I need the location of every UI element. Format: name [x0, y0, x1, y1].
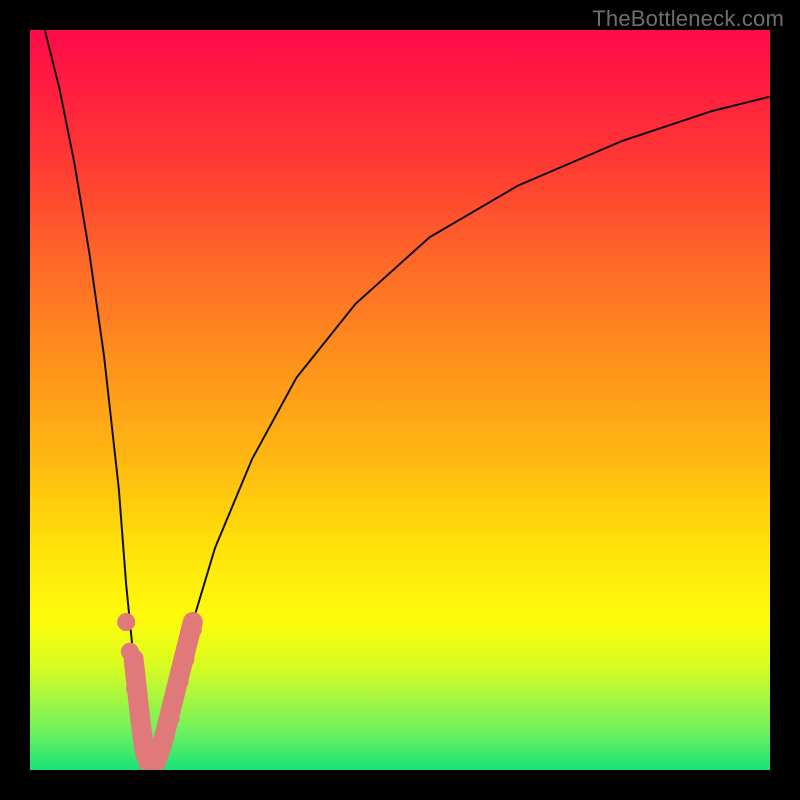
plot-area [30, 30, 770, 770]
marker-point [133, 728, 151, 746]
marker-point [148, 752, 166, 770]
marker-point [126, 680, 144, 698]
curve-right-branch [156, 97, 770, 763]
marker-group [117, 613, 202, 770]
marker-point [176, 650, 194, 668]
marker-point [170, 672, 188, 690]
chart-overlay [30, 30, 770, 770]
marker-point [131, 709, 149, 727]
watermark-label: TheBottleneck.com [592, 6, 784, 32]
chart-frame: TheBottleneck.com [0, 0, 800, 800]
marker-point [154, 735, 172, 753]
marker-point [121, 643, 139, 661]
marker-point [184, 620, 202, 638]
marker-point [162, 709, 180, 727]
marker-point [117, 613, 135, 631]
